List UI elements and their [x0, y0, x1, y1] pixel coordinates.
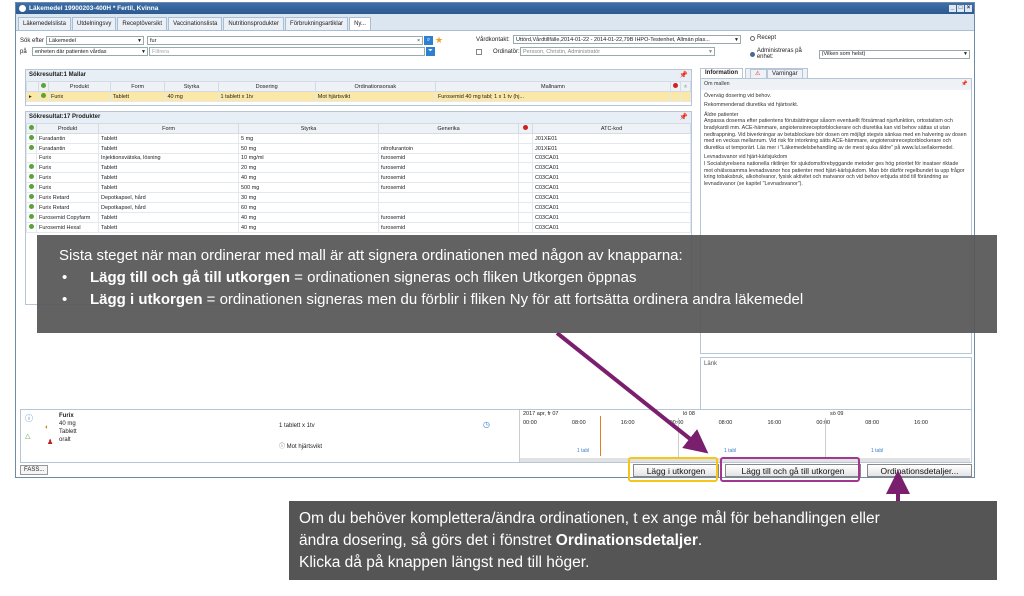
callout-text: ändra dosering, så görs det i fönstret: [299, 532, 556, 549]
instruction-callout: Sista steget när man ordinerar med mall …: [37, 235, 997, 333]
callout-item-bold: Lägg i utkorgen: [90, 291, 203, 308]
callout-line: Klicka då på knappen längst ned till hög…: [299, 554, 590, 571]
callout-item-text: = ordinationen signeras och fliken Utkor…: [290, 269, 637, 286]
callout-bold: Ordinationsdetaljer: [555, 532, 698, 549]
callout-item-bold: Lägg till och gå till utkorgen: [90, 269, 291, 286]
callout-item: Lägg till och gå till utkorgen = ordinat…: [59, 267, 975, 289]
callout-line: ändra dosering, så görs det i fönstret O…: [299, 530, 987, 552]
callout-item: Lägg i utkorgen = ordinationen signeras …: [59, 289, 975, 311]
ordinationsdetaljer-callout: Om du behöver komplettera/ändra ordinati…: [289, 501, 997, 580]
callout-line: Om du behöver komplettera/ändra ordinati…: [299, 510, 880, 527]
callout-text: .: [697, 532, 703, 549]
callout-intro: Sista steget när man ordinerar med mall …: [59, 247, 683, 264]
callout-item-text: = ordinationen signeras men du förblir i…: [202, 291, 804, 308]
arrow-to-lagg-till: [555, 331, 709, 454]
